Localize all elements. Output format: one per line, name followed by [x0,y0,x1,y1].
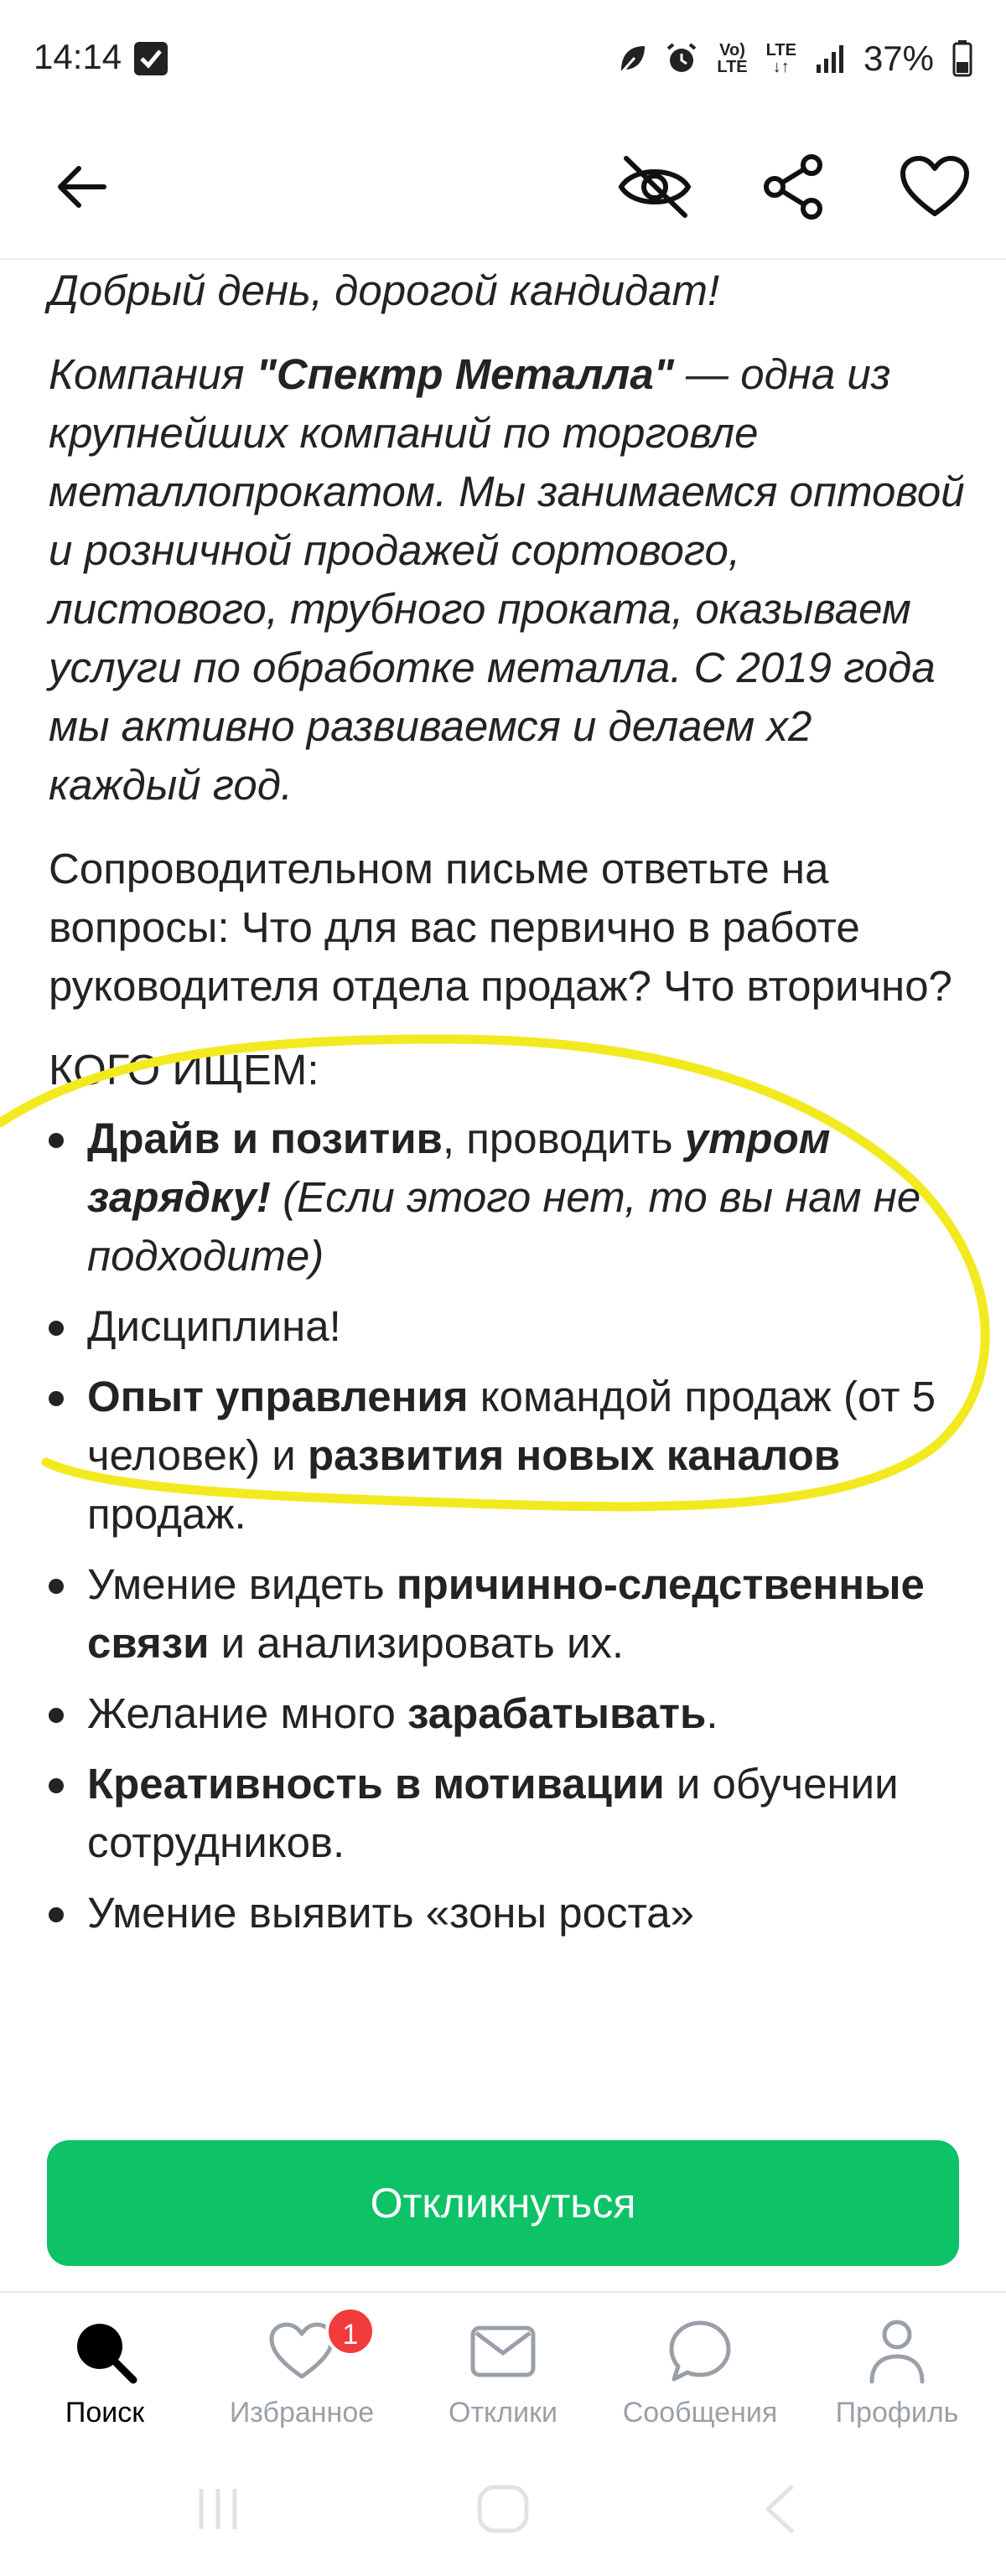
user-icon [869,2320,925,2384]
volte-indicator: Vo) LTE [717,42,747,75]
status-icons: Vo) LTE LTE ↓↑ 37% [618,39,972,79]
favorite-button[interactable] [889,141,981,233]
favorites-badge: 1 [325,2306,376,2356]
checkbox-notification-icon [134,42,168,75]
company-name: "Спектр Металла" [256,350,674,398]
system-navigation-bar [0,2442,1006,2576]
alarm-icon [667,43,697,72]
lte-indicator: LTE ↓↑ [766,42,796,75]
recent-apps-icon [199,2489,237,2529]
nav-item-profile[interactable]: Профиль [796,2311,998,2437]
nav-label-search: Поиск [65,2397,145,2429]
share-button[interactable] [748,141,840,233]
req5-text1: Желание много [87,1689,408,1737]
back-chevron-icon [765,2485,794,2533]
req6-bold: Креативность в мотивации [87,1760,665,1808]
top-toolbar [0,117,1006,260]
company-intro: Компания "Спектр Металла" — одна из круп… [49,345,971,815]
req1-text: , проводить [442,1115,685,1162]
list-item: Желание много зарабатывать. [49,1684,971,1743]
vacancy-description: Добрый день, дорогой кандидат! Компания … [0,261,1006,2109]
heart-icon [900,156,969,216]
home-button[interactable] [453,2475,553,2542]
system-back-button[interactable] [729,2475,830,2542]
nav-item-messages[interactable]: Сообщения [599,2311,801,2437]
req5-bold: зарабатывать [407,1689,707,1737]
list-item: Креативность в мотивации и обучении сотр… [49,1755,971,1872]
signal-icon [816,45,843,73]
req1-bold: Драйв и позитив [87,1115,443,1162]
list-item: Умение выявить «зоны роста» [49,1884,971,1942]
share-icon [764,154,822,220]
search-icon [77,2324,137,2384]
lte-top: LTE [765,41,796,59]
greeting-text: Добрый день, дорогой кандидат! [49,266,720,314]
battery-icon [952,40,972,77]
bottom-navigation: Поиск 1 Избранное Отклики Сообщения Проф… [0,2291,1006,2442]
req4-text1: Умение видеть [87,1560,397,1608]
list-item: Дисциплина! [49,1297,971,1356]
envelope-icon [470,2325,536,2377]
list-item: Умение видеть причинно-следственные связ… [49,1555,971,1673]
cover-letter-text: Сопроводительном письме ответьте на вопр… [49,845,952,1010]
status-time: 14:14 [34,37,122,76]
nav-label-responses: Отклики [449,2397,557,2429]
list-item: Опыт управления командой продаж (от 5 че… [49,1368,971,1544]
nav-label-favorites: Избранное [229,2397,375,2429]
hide-vacancy-button[interactable] [609,141,701,233]
apply-button[interactable]: Откликнуться [47,2140,959,2266]
req3-bold2: развития новых каналов [307,1431,841,1479]
back-button[interactable] [35,141,127,233]
company-intro-prefix: Компания [49,350,257,398]
chat-bubble-icon [669,2320,731,2382]
status-bar: 14:14 Vo) LTE LTE ↓↑ 37% [0,0,1006,117]
nav-item-search[interactable]: Поиск [4,2311,205,2437]
req4-text2: и анализировать их. [209,1619,625,1667]
volte-top: Vo) [719,41,745,59]
nav-item-favorites[interactable]: 1 Избранное [201,2306,402,2437]
req3-bold1: Опыт управления [87,1373,469,1420]
nav-item-responses[interactable]: Отклики [402,2311,604,2437]
eye-off-icon [618,156,692,218]
nav-label-profile: Профиль [835,2397,959,2429]
content-fade [0,2061,1006,2120]
looking-for-heading: КОГО ИЩЕМ: [49,1046,319,1094]
req5-text2: . [706,1689,718,1737]
volte-bottom: LTE [717,58,748,76]
leaf-icon [620,46,646,74]
arrow-left-icon [58,166,106,208]
nav-label-messages: Сообщения [622,2397,778,2429]
req7-text: Умение выявить «зоны роста» [87,1889,695,1937]
req3-text2: продаж. [87,1490,246,1538]
req2-text: Дисциплина! [87,1302,341,1350]
recent-apps-button[interactable] [168,2475,268,2542]
home-icon [477,2485,529,2533]
list-item: Драйв и позитив, проводить утром зарядку… [49,1110,971,1285]
lte-arrows: ↓↑ [772,58,790,76]
company-intro-text: — одна из крупнейших компаний по торговл… [49,350,965,809]
battery-percent: 37% [863,39,934,78]
requirements-list: Драйв и позитив, проводить утром зарядку… [49,1110,971,1942]
